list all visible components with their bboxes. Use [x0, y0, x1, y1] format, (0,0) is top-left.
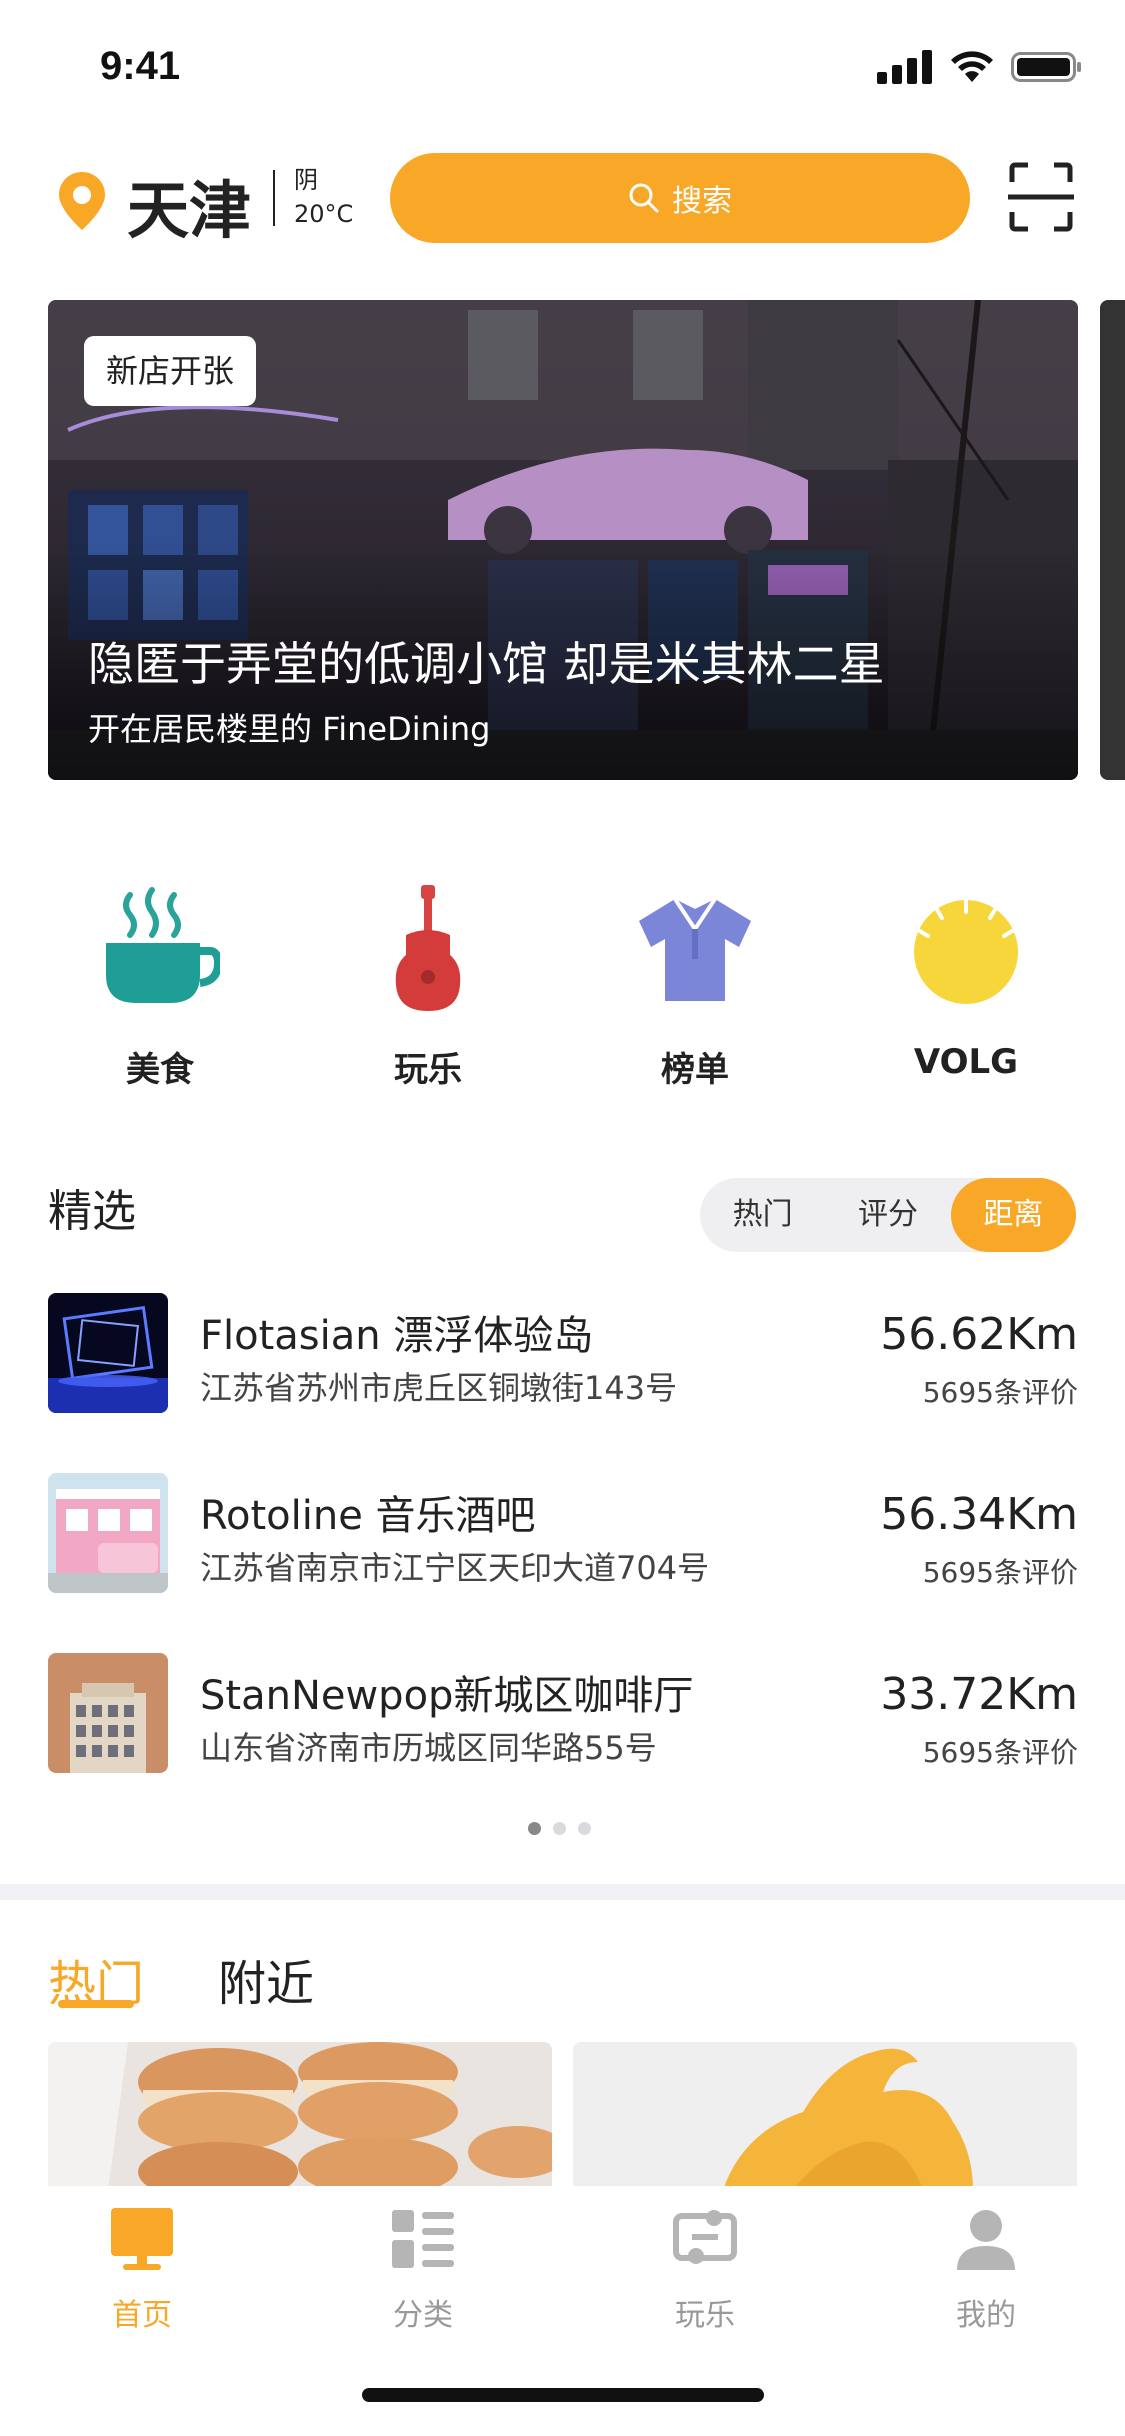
header-divider	[273, 170, 275, 226]
item-distance: 56.34Km	[880, 1489, 1078, 1540]
sort-tab-distance[interactable]: 距离	[950, 1178, 1076, 1252]
category-label: 榜单	[661, 1050, 729, 1090]
item-thumbnail	[48, 1473, 168, 1593]
city-name[interactable]: 天津	[127, 160, 251, 250]
item-address: 江苏省南京市江宁区天印大道704号	[200, 1549, 710, 1587]
sort-tab-rating[interactable]: 评分	[825, 1178, 950, 1252]
sort-tab-hot[interactable]: 热门	[700, 1178, 825, 1252]
list-item[interactable]: StanNewpop新城区咖啡厅 山东省济南市历城区同华路55号 33.72Km…	[48, 1653, 1078, 1775]
page-indicator	[528, 1822, 591, 1835]
tab-active-underline	[58, 2000, 134, 2008]
banner-badge: 新店开张	[84, 336, 257, 406]
play-switch-icon	[673, 2210, 737, 2264]
featured-title: 精选	[48, 1186, 136, 1237]
banner-next-peek[interactable]	[1100, 300, 1125, 780]
tabbar-item-play[interactable]: 玩乐	[625, 2206, 785, 2334]
section-separator	[0, 1884, 1125, 1900]
search-label: 搜索	[672, 184, 732, 219]
category-rank[interactable]: 榜单	[595, 880, 795, 1091]
item-reviews: 5695条评价	[922, 1376, 1078, 1409]
status-time: 9:41	[100, 44, 181, 88]
guitar-icon	[328, 880, 528, 1020]
card-image-icecream[interactable]	[573, 2042, 1077, 2190]
category-food[interactable]: 美食	[60, 880, 260, 1091]
page-dot[interactable]	[553, 1822, 566, 1835]
category-list-icon	[392, 2210, 454, 2268]
page-dot[interactable]	[528, 1822, 541, 1835]
item-address: 山东省济南市历城区同华路55号	[200, 1729, 657, 1767]
card-image-macarons[interactable]	[48, 2042, 552, 2190]
category-volg[interactable]: VOLG	[866, 880, 1066, 1082]
item-distance: 33.72Km	[880, 1669, 1078, 1720]
item-name: StanNewpop新城区咖啡厅	[200, 1673, 694, 1719]
tabbar-label: 玩乐	[675, 2298, 735, 2333]
item-reviews: 5695条评价	[922, 1736, 1078, 1769]
tabbar-item-me[interactable]: 我的	[906, 2206, 1066, 2334]
coffee-cup-icon	[60, 880, 260, 1020]
tab-nearby[interactable]: 附近	[218, 1944, 314, 2014]
weather-info: 阴 20°C	[294, 163, 353, 231]
item-reviews: 5695条评价	[922, 1556, 1078, 1589]
category-play[interactable]: 玩乐	[328, 880, 528, 1091]
status-icons	[877, 50, 1083, 84]
item-thumbnail	[48, 1293, 168, 1413]
shirt-icon	[595, 880, 795, 1020]
category-label: 美食	[126, 1050, 194, 1090]
category-label: 玩乐	[394, 1050, 462, 1090]
home-indicator[interactable]	[362, 2388, 764, 2402]
home-monitor-icon	[111, 2208, 173, 2270]
wifi-icon	[951, 51, 993, 82]
sun-icon	[866, 880, 1066, 1020]
tabbar-item-category[interactable]: 分类	[343, 2206, 503, 2334]
location-pin-icon[interactable]	[56, 170, 108, 232]
search-bar[interactable]: 搜索	[390, 153, 970, 243]
page-dot[interactable]	[578, 1822, 591, 1835]
tabbar-label: 我的	[956, 2298, 1016, 2333]
weather-condition: 阴	[294, 166, 318, 194]
scan-icon[interactable]	[1008, 162, 1074, 232]
item-address: 江苏省苏州市虎丘区铜墩街143号	[200, 1369, 678, 1407]
weather-temperature: 20°C	[294, 200, 354, 228]
signal-icon	[877, 50, 932, 84]
tabbar-label: 分类	[393, 2298, 453, 2333]
item-name: Rotoline 音乐酒吧	[200, 1493, 536, 1539]
banner-title: 隐匿于弄堂的低调小馆 却是米其林二星	[88, 637, 885, 691]
battery-icon	[1011, 52, 1081, 82]
list-item[interactable]: Rotoline 音乐酒吧 江苏省南京市江宁区天印大道704号 56.34Km …	[48, 1473, 1078, 1595]
sort-segmented-control: 热门 评分 距离	[700, 1178, 1076, 1252]
item-thumbnail	[48, 1653, 168, 1773]
user-icon	[957, 2210, 1015, 2270]
banner-subtitle: 开在居民楼里的 FineDining	[88, 710, 491, 748]
list-item[interactable]: Flotasian 漂浮体验岛 江苏省苏州市虎丘区铜墩街143号 56.62Km…	[48, 1293, 1078, 1415]
tabbar-item-home[interactable]: 首页	[62, 2206, 222, 2334]
search-icon	[629, 183, 659, 213]
tabbar-label: 首页	[112, 2298, 172, 2333]
category-label: VOLG	[913, 1042, 1019, 1082]
item-name: Flotasian 漂浮体验岛	[200, 1313, 594, 1359]
item-distance: 56.62Km	[880, 1309, 1078, 1360]
